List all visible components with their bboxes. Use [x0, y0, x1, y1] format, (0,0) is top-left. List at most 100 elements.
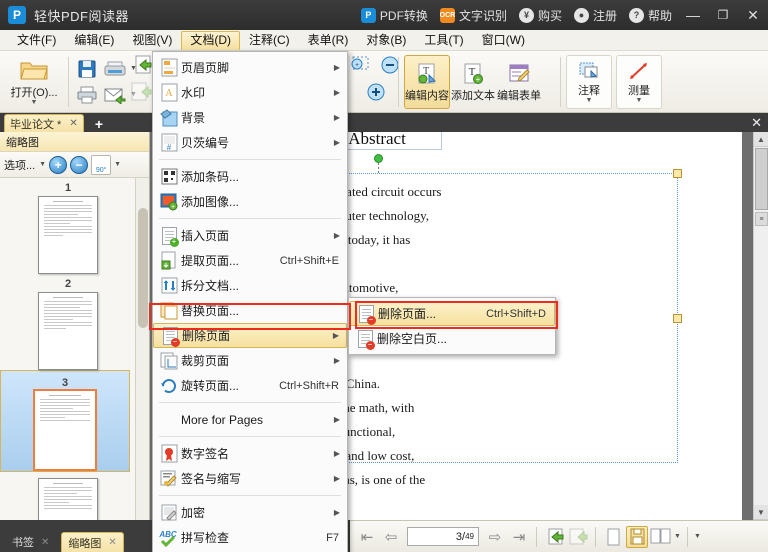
menu-item-rotate-page[interactable]: 旋转页面... Ctrl+Shift+R: [153, 373, 347, 398]
menu-object[interactable]: 对象(B): [357, 31, 415, 50]
document-scrollbar[interactable]: ▲ ≡ ▼: [753, 132, 768, 520]
menu-item-extract-page[interactable]: 提取页面... Ctrl+Shift+E: [153, 248, 347, 273]
highlight-box-delete-pages-submenu: [355, 301, 558, 329]
scrollbar-thumb[interactable]: [138, 208, 148, 328]
single-page-view-button[interactable]: [602, 526, 624, 548]
minimize-button[interactable]: —: [678, 0, 708, 30]
new-tab-button[interactable]: +: [90, 116, 108, 132]
document-tab[interactable]: 毕业论文 * ✕: [4, 114, 84, 132]
close-button[interactable]: ✕: [738, 0, 768, 30]
status-more-chevron-down-icon[interactable]: ▼: [694, 533, 701, 540]
thumbnail-zoom-out-button[interactable]: −: [70, 155, 89, 174]
ocr-button[interactable]: OCR 文字识别: [434, 0, 513, 30]
menu-item-spell-check[interactable]: ABC 拼写检查 F7: [153, 525, 347, 550]
scrollbar-page-marker[interactable]: ≡: [755, 212, 768, 226]
tab-thumbnails[interactable]: 缩略图 ✕: [61, 532, 124, 552]
crop-page-icon: [157, 350, 181, 372]
annotate-chevron-down-icon[interactable]: ▼: [586, 97, 593, 104]
view-mode-chevron-down-icon[interactable]: ▼: [674, 533, 681, 540]
menu-item-bates-numbering[interactable]: # 贝茨编号 ▶: [153, 130, 347, 155]
menu-comment[interactable]: 注释(C): [240, 31, 299, 50]
menu-item-add-image[interactable]: + 添加图像...: [153, 189, 347, 214]
last-page-button[interactable]: ⇥: [508, 526, 530, 548]
prev-page-button[interactable]: [128, 53, 154, 77]
menu-item-split-document[interactable]: 拆分文档...: [153, 273, 347, 298]
measure-button[interactable]: 测量 ▼: [616, 55, 662, 109]
list-item-selected[interactable]: 3: [0, 370, 130, 472]
scroll-down-arrow-icon[interactable]: ▼: [754, 505, 768, 520]
document-tab-strip: 毕业论文 * ✕ + ✕: [0, 113, 768, 132]
tab-bookmarks-close-icon[interactable]: ✕: [41, 537, 49, 548]
thumbnail-page[interactable]: [38, 478, 98, 520]
register-button[interactable]: ● 注册: [568, 0, 623, 30]
thumbnail-page[interactable]: [38, 292, 98, 370]
menu-edit[interactable]: 编辑(E): [65, 31, 123, 50]
add-text-button[interactable]: T + 添加文本: [450, 55, 496, 109]
chevron-down-icon[interactable]: ▼: [31, 99, 38, 106]
zoom-select-button[interactable]: +: [348, 53, 374, 77]
menu-tools[interactable]: 工具(T): [415, 31, 472, 50]
zoom-out-button[interactable]: [377, 53, 403, 77]
thumbnail-options-button[interactable]: 选项... ▼: [4, 157, 46, 173]
next-page-button[interactable]: [128, 80, 154, 104]
thumbnail-zoom-in-button[interactable]: +: [49, 155, 68, 174]
save-button[interactable]: [74, 57, 100, 81]
maximize-button[interactable]: ❐: [708, 0, 738, 30]
next-view-button[interactable]: [567, 526, 589, 548]
menu-item-background[interactable]: 背景 ▶: [153, 105, 347, 130]
scan-button[interactable]: [102, 57, 128, 81]
menu-window[interactable]: 窗口(W): [473, 31, 534, 50]
menu-item-more-for-pages[interactable]: More for Pages ▶: [153, 407, 347, 432]
open-button[interactable]: 打开(O)... ▼: [6, 55, 62, 109]
tab-thumbnails-close-icon[interactable]: ✕: [108, 537, 116, 548]
annotate-button[interactable]: 注释 ▼: [566, 55, 612, 109]
thumbnail-rotate-button[interactable]: 90°: [91, 154, 112, 175]
menu-item-watermark[interactable]: A 水印 ▶: [153, 80, 347, 105]
purchase-button[interactable]: ¥ 购买: [513, 0, 568, 30]
list-item[interactable]: 1: [0, 178, 136, 274]
thumbnail-more-chevron-icon[interactable]: ▼: [114, 161, 121, 168]
next-page-button[interactable]: ⇨: [484, 526, 506, 548]
edit-content-button[interactable]: T 编辑内容: [404, 55, 450, 109]
print-button[interactable]: [74, 83, 100, 107]
measure-chevron-down-icon[interactable]: ▼: [636, 97, 643, 104]
scroll-up-arrow-icon[interactable]: ▲: [754, 132, 768, 147]
menu-item-add-barcode[interactable]: 添加条码...: [153, 164, 347, 189]
close-document-icon[interactable]: ✕: [751, 115, 762, 131]
chevron-down-icon[interactable]: ▼: [39, 161, 46, 168]
menu-form[interactable]: 表单(R): [299, 31, 358, 50]
thumbnail-page-selected[interactable]: [33, 389, 97, 471]
thumbnail-scrollbar[interactable]: [135, 178, 149, 520]
resize-handle-tr[interactable]: [673, 169, 682, 178]
facing-page-view-button[interactable]: [650, 526, 672, 548]
menu-file[interactable]: 文件(F): [8, 31, 65, 50]
menu-view[interactable]: 视图(V): [123, 31, 181, 50]
email-button[interactable]: [102, 83, 128, 107]
tab-bookmarks[interactable]: 书签 ✕: [6, 532, 55, 552]
thumbnail-list[interactable]: 1 2 3: [0, 178, 136, 520]
scrollbar-thumb[interactable]: [755, 148, 768, 210]
menu-document[interactable]: 文档(D): [181, 30, 240, 50]
first-page-button[interactable]: ⇤: [356, 526, 378, 548]
document-tab-close-icon[interactable]: ✕: [61, 118, 77, 129]
continuous-view-button[interactable]: [626, 525, 648, 548]
previous-page-button[interactable]: ⇦: [380, 526, 402, 548]
menu-item-signature-initials[interactable]: 签名与缩写 ▶: [153, 466, 347, 491]
edit-form-button[interactable]: 编辑表单: [496, 55, 542, 109]
document-menu-dropdown[interactable]: 页眉页脚 ▶ A 水印 ▶ 背景 ▶ # 贝茨编号 ▶ 添加条码... + 添加…: [152, 51, 348, 552]
page-number-input[interactable]: 3 / 49: [407, 527, 479, 546]
menu-item-header-footer[interactable]: 页眉页脚 ▶: [153, 55, 347, 80]
previous-view-button[interactable]: [543, 526, 565, 548]
menu-item-insert-page[interactable]: + 插入页面 ▶: [153, 223, 347, 248]
list-item[interactable]: [0, 472, 136, 520]
pdf-convert-button[interactable]: P PDF转换: [355, 0, 434, 30]
zoom-in-button[interactable]: [363, 80, 389, 104]
menu-item-crop-page[interactable]: 裁剪页面 ▶: [153, 348, 347, 373]
list-item[interactable]: 2: [0, 274, 136, 370]
rotate-handle[interactable]: [374, 154, 383, 163]
submenu-item-delete-blank-pages[interactable]: − 删除空白页...: [349, 326, 555, 351]
menu-item-digital-signature[interactable]: 数字签名 ▶: [153, 441, 347, 466]
thumbnail-page[interactable]: [38, 196, 98, 274]
menu-item-encrypt[interactable]: 加密 ▶: [153, 500, 347, 525]
help-button[interactable]: ? 帮助: [623, 0, 678, 30]
